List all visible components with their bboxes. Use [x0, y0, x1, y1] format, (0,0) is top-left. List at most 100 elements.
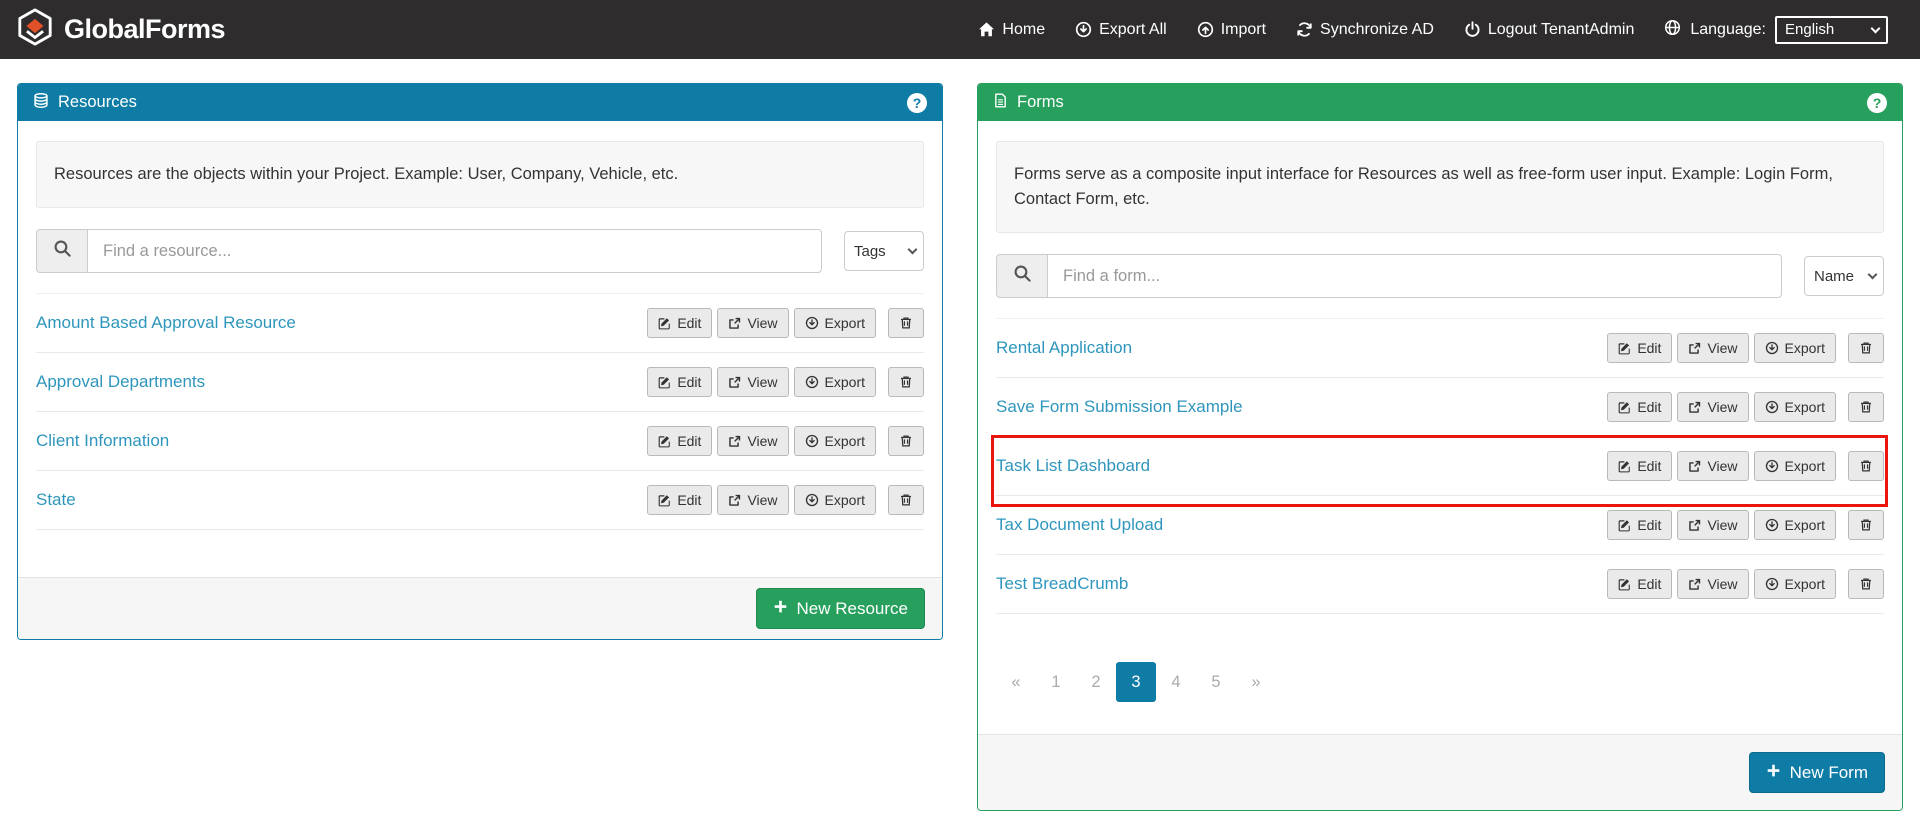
row-actions: Edit View Export: [1607, 510, 1884, 540]
resource-link[interactable]: Amount Based Approval Resource: [36, 313, 296, 333]
delete-button[interactable]: [1848, 569, 1884, 599]
view-button[interactable]: View: [717, 485, 788, 515]
edit-button[interactable]: Edit: [1607, 333, 1672, 363]
edit-button[interactable]: Edit: [647, 426, 712, 456]
list-item: Client Information Edit View Export: [36, 412, 924, 471]
edit-button[interactable]: Edit: [1607, 392, 1672, 422]
pagination-next[interactable]: »: [1236, 662, 1276, 702]
export-all-icon: [1075, 21, 1092, 38]
globe-icon: [1664, 19, 1681, 41]
edit-button[interactable]: Edit: [1607, 451, 1672, 481]
resources-panel-title: Resources: [58, 93, 137, 112]
resource-link[interactable]: Client Information: [36, 431, 169, 451]
list-item: Rental Application Edit View Export: [996, 319, 1884, 378]
external-link-icon: [728, 317, 741, 330]
export-button[interactable]: Export: [1754, 333, 1836, 363]
row-actions: Edit View Export: [1607, 569, 1884, 599]
delete-button[interactable]: [1848, 510, 1884, 540]
nav-import[interactable]: Import: [1197, 21, 1266, 39]
resources-filter-select[interactable]: Tags: [844, 231, 924, 271]
view-button[interactable]: View: [1677, 510, 1748, 540]
view-button[interactable]: View: [717, 308, 788, 338]
edit-button[interactable]: Edit: [647, 308, 712, 338]
export-button[interactable]: Export: [1754, 569, 1836, 599]
form-link[interactable]: Task List Dashboard: [996, 456, 1150, 476]
view-button[interactable]: View: [1677, 333, 1748, 363]
delete-button[interactable]: [888, 426, 924, 456]
nav-logout[interactable]: Logout TenantAdmin: [1464, 21, 1634, 39]
nav-home[interactable]: Home: [978, 21, 1045, 39]
view-button[interactable]: View: [1677, 569, 1748, 599]
resources-description: Resources are the objects within your Pr…: [36, 141, 924, 208]
view-button[interactable]: View: [1677, 392, 1748, 422]
row-actions: Edit View Export: [647, 485, 924, 515]
export-button[interactable]: Export: [794, 485, 876, 515]
nav-synchronize-ad[interactable]: Synchronize AD: [1296, 21, 1434, 39]
resources-search-row: Tags: [36, 229, 924, 273]
export-icon: [805, 493, 819, 507]
export-button[interactable]: Export: [794, 426, 876, 456]
new-resource-button[interactable]: New Resource: [756, 588, 926, 629]
view-button[interactable]: View: [717, 367, 788, 397]
form-link[interactable]: Tax Document Upload: [996, 515, 1163, 535]
trash-icon: [899, 375, 913, 389]
resources-search-input[interactable]: [87, 229, 822, 273]
form-link[interactable]: Save Form Submission Example: [996, 397, 1243, 417]
trash-icon: [1859, 459, 1873, 473]
export-button[interactable]: Export: [794, 308, 876, 338]
edit-button[interactable]: Edit: [647, 367, 712, 397]
trash-icon: [1859, 518, 1873, 532]
form-link[interactable]: Rental Application: [996, 338, 1132, 358]
language-select[interactable]: English: [1775, 16, 1888, 44]
form-link[interactable]: Test BreadCrumb: [996, 574, 1128, 594]
resources-search-addon: [36, 229, 87, 273]
list-item: Approval Departments Edit View Export: [36, 353, 924, 412]
resource-link[interactable]: State: [36, 490, 76, 510]
export-button[interactable]: Export: [1754, 392, 1836, 422]
export-icon: [1765, 341, 1779, 355]
external-link-icon: [1688, 578, 1701, 591]
nav-export-all[interactable]: Export All: [1075, 21, 1167, 39]
export-button[interactable]: Export: [1754, 510, 1836, 540]
export-button[interactable]: Export: [1754, 451, 1836, 481]
list-item: State Edit View Export: [36, 471, 924, 530]
pagination-page-1[interactable]: 1: [1036, 662, 1076, 702]
forms-search-input[interactable]: [1047, 254, 1782, 298]
edit-button[interactable]: Edit: [1607, 569, 1672, 599]
list-item: Amount Based Approval Resource Edit View…: [36, 294, 924, 353]
delete-button[interactable]: [888, 367, 924, 397]
view-button[interactable]: View: [717, 426, 788, 456]
forms-help-button[interactable]: ?: [1867, 93, 1887, 113]
external-link-icon: [1688, 519, 1701, 532]
forms-search-addon: [996, 254, 1047, 298]
pagination-page-3[interactable]: 3: [1116, 662, 1156, 702]
export-button[interactable]: Export: [794, 367, 876, 397]
export-icon: [1765, 400, 1779, 414]
trash-icon: [899, 493, 913, 507]
pagination-page-5[interactable]: 5: [1196, 662, 1236, 702]
forms-filter-select[interactable]: Name: [1804, 256, 1884, 296]
delete-button[interactable]: [1848, 333, 1884, 363]
pagination-page-2[interactable]: 2: [1076, 662, 1116, 702]
pagination-prev[interactable]: «: [996, 662, 1036, 702]
pagination-page-4[interactable]: 4: [1156, 662, 1196, 702]
delete-button[interactable]: [1848, 451, 1884, 481]
list-item: Tax Document Upload Edit View Export: [996, 496, 1884, 555]
new-form-button[interactable]: New Form: [1749, 752, 1885, 793]
resource-link[interactable]: Approval Departments: [36, 372, 205, 392]
forms-search-row: Name: [996, 254, 1884, 298]
plus-icon: [773, 599, 788, 619]
resources-list: Amount Based Approval Resource Edit View…: [36, 293, 924, 530]
top-navbar: GlobalForms Home Export All Import Synch…: [0, 0, 1920, 59]
edit-icon: [658, 435, 671, 448]
edit-button[interactable]: Edit: [647, 485, 712, 515]
forms-panel-header: Forms ?: [978, 84, 1902, 121]
resources-help-button[interactable]: ?: [907, 93, 927, 113]
edit-icon: [658, 494, 671, 507]
delete-button[interactable]: [888, 308, 924, 338]
edit-button[interactable]: Edit: [1607, 510, 1672, 540]
edit-icon: [658, 317, 671, 330]
delete-button[interactable]: [1848, 392, 1884, 422]
delete-button[interactable]: [888, 485, 924, 515]
view-button[interactable]: View: [1677, 451, 1748, 481]
